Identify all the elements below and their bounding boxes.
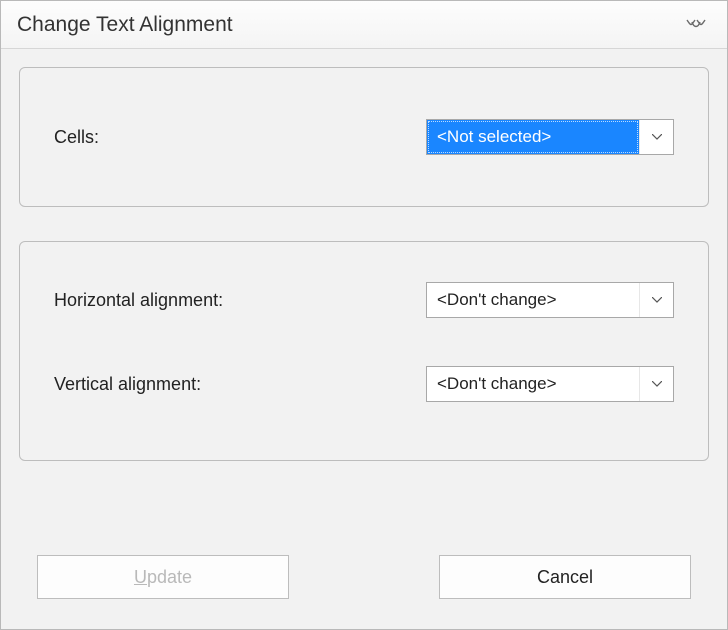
dialog-window: Change Text Alignment Cells: <Not select… xyxy=(0,0,728,630)
dialog-client-area: Cells: <Not selected> Horizontal alignme… xyxy=(1,49,727,629)
horizontal-alignment-row: Horizontal alignment: <Don't change> xyxy=(54,282,674,318)
update-button[interactable]: Update xyxy=(37,555,289,599)
cells-dropdown-arrow xyxy=(639,120,673,154)
vertical-alignment-value: <Don't change> xyxy=(427,367,639,401)
alignment-group: Horizontal alignment: <Don't change> Ver… xyxy=(19,241,709,461)
cancel-button[interactable]: Cancel xyxy=(439,555,691,599)
chevron-down-icon xyxy=(652,381,662,387)
close-button[interactable] xyxy=(679,15,713,35)
dialog-button-row: Update Cancel xyxy=(37,555,691,599)
cells-group: Cells: <Not selected> xyxy=(19,67,709,207)
update-button-label: Update xyxy=(134,567,192,588)
horizontal-alignment-dropdown[interactable]: <Don't change> xyxy=(426,282,674,318)
horizontal-alignment-value: <Don't change> xyxy=(427,283,639,317)
cells-dropdown-value: <Not selected> xyxy=(427,120,639,154)
titlebar: Change Text Alignment xyxy=(1,1,727,49)
cells-dropdown[interactable]: <Not selected> xyxy=(426,119,674,155)
horizontal-alignment-label: Horizontal alignment: xyxy=(54,290,223,311)
vertical-alignment-label: Vertical alignment: xyxy=(54,374,201,395)
close-icon xyxy=(685,18,707,32)
cells-row: Cells: <Not selected> xyxy=(54,119,674,155)
chevron-down-icon xyxy=(652,134,662,140)
vertical-alignment-arrow xyxy=(639,367,673,401)
vertical-alignment-dropdown[interactable]: <Don't change> xyxy=(426,366,674,402)
chevron-down-icon xyxy=(652,297,662,303)
vertical-alignment-row: Vertical alignment: <Don't change> xyxy=(54,366,674,402)
cancel-button-label: Cancel xyxy=(537,567,593,588)
cells-label: Cells: xyxy=(54,127,99,148)
horizontal-alignment-arrow xyxy=(639,283,673,317)
dialog-title: Change Text Alignment xyxy=(17,13,233,37)
